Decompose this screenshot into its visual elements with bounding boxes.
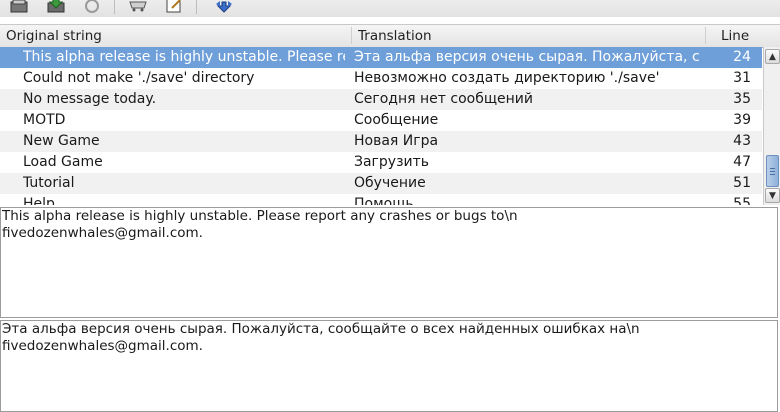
toolbar	[0, 0, 780, 17]
table-scrollbar[interactable]: ▲ ▼	[763, 47, 780, 205]
open-file-icon[interactable]	[9, 0, 29, 14]
line-cell: 55	[733, 196, 751, 205]
line-cell: 51	[733, 175, 751, 191]
edit-icon[interactable]	[164, 0, 184, 14]
translation-cell: Новая Игра	[354, 133, 439, 149]
table-row[interactable]: No message today. Сегодня нет сообщений …	[0, 89, 762, 110]
toolbar-separator	[114, 0, 115, 14]
grip-line	[770, 171, 775, 172]
table-row[interactable]: Help Помощь 55	[0, 194, 762, 205]
original-cell: Help	[23, 196, 55, 205]
translation-text-pane[interactable]: Эта альфа версия очень сырая. Пожалуйста…	[0, 320, 778, 412]
grip-line	[770, 174, 775, 175]
column-header-translation[interactable]: Translation	[358, 28, 432, 44]
translation-cell: Сообщение	[354, 112, 439, 128]
original-cell: Load Game	[23, 154, 103, 170]
original-cell: Could not make './save' directory	[23, 70, 255, 86]
table-row[interactable]: MOTD Сообщение 39	[0, 110, 762, 131]
line-cell: 35	[733, 91, 751, 107]
line-cell: 24	[733, 49, 751, 65]
table-row[interactable]: Load Game Загрузить 47	[0, 152, 762, 173]
line-cell: 31	[733, 70, 751, 86]
line-cell: 39	[733, 112, 751, 128]
source-text-pane[interactable]: This alpha release is highly unstable. P…	[0, 207, 778, 318]
original-cell: New Game	[23, 133, 100, 149]
column-header-original[interactable]: Original string	[6, 28, 102, 44]
original-cell: Tutorial	[23, 175, 75, 191]
table-header: Original string Translation Line	[0, 24, 780, 48]
scrollbar-thumb[interactable]	[766, 155, 779, 187]
translation-cell: Обучение	[354, 175, 426, 191]
original-cell: This alpha release is highly unstable. P…	[23, 49, 345, 65]
table-row[interactable]: Could not make './save' directory Невозм…	[0, 68, 762, 89]
cart-icon[interactable]	[128, 0, 148, 14]
sync-icon[interactable]	[82, 0, 102, 14]
original-cell: No message today.	[23, 91, 157, 107]
line-cell: 47	[733, 154, 751, 170]
table-row[interactable]: This alpha release is highly unstable. P…	[0, 47, 762, 68]
scroll-down-arrow-icon[interactable]: ▼	[765, 188, 780, 203]
save-file-icon[interactable]	[46, 0, 66, 14]
original-cell: MOTD	[23, 112, 66, 128]
line-cell: 43	[733, 133, 751, 149]
toolbar-separator	[196, 0, 197, 14]
table-row[interactable]: New Game Новая Игра 43	[0, 131, 762, 152]
column-divider[interactable]	[705, 27, 706, 44]
scroll-up-arrow-icon[interactable]: ▲	[765, 49, 780, 64]
translation-cell: Загрузить	[354, 154, 430, 170]
translation-cell: Эта альфа версия очень сырая. Пожалуйста…	[354, 49, 700, 65]
translation-cell: Невозможно создать директорию './save'	[354, 70, 660, 86]
grip-line	[770, 168, 775, 169]
column-divider[interactable]	[351, 27, 352, 44]
translation-cell: Помощь	[354, 196, 414, 205]
table-row[interactable]: Tutorial Обучение 51	[0, 173, 762, 194]
translation-cell: Сегодня нет сообщений	[354, 91, 533, 107]
column-header-line[interactable]: Line	[721, 28, 749, 44]
strings-table: This alpha release is highly unstable. P…	[0, 47, 762, 205]
move-icon[interactable]	[214, 0, 234, 14]
